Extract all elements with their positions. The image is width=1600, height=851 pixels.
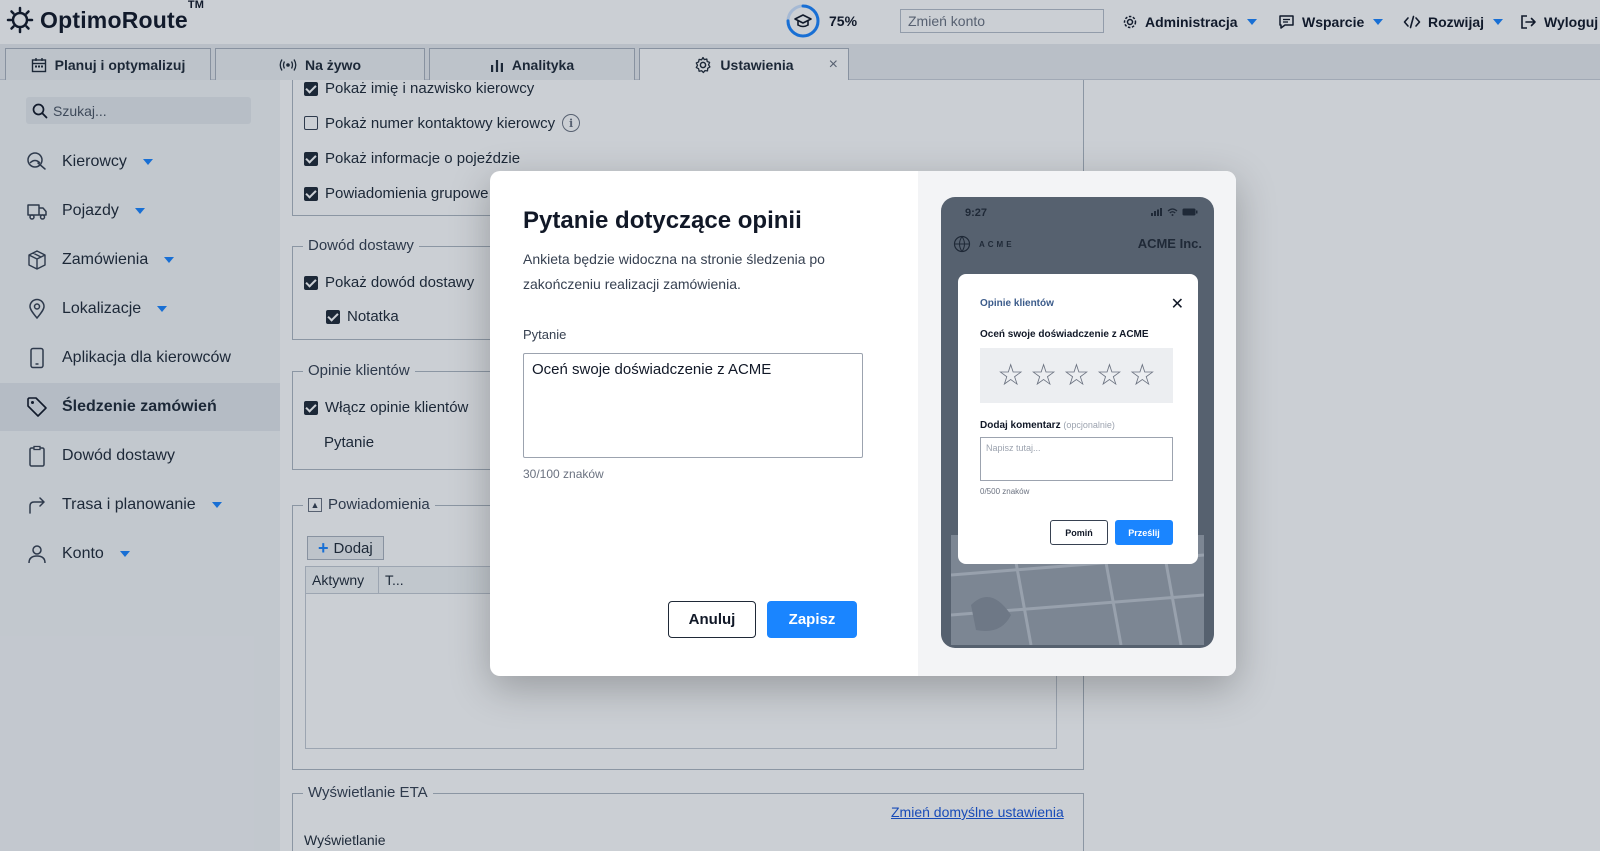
phone-time: 9:27 [965,207,988,219]
feedback-card-question: Oceń swoje doświadczenie z ACME [980,329,1149,340]
acme-logo: ACME [953,235,1015,253]
signal-icon [1151,208,1162,216]
save-button[interactable]: Zapisz [767,601,857,638]
character-count: 30/100 znaków [523,467,604,481]
battery-icon [1182,208,1198,216]
send-button-preview: Prześlij [1115,520,1173,545]
cancel-button[interactable]: Anuluj [668,601,756,638]
dialog-form: Pytanie dotyczące opinii Ankieta będzie … [490,171,918,676]
dialog-description: Ankieta będzie widoczna na stronie śledz… [523,251,825,292]
feedback-card-title: Opinie klientów [980,298,1054,309]
star-icon: ☆ [1095,358,1123,392]
preview-pane: 9:27 ACME ACME Inc. Opinie klientów ✕ Oc… [918,171,1236,676]
question-label: Pytanie [523,327,567,342]
star-icon: ☆ [1030,358,1058,392]
brand-name: ACME Inc. [1137,236,1202,251]
feedback-card-preview: Opinie klientów ✕ Oceń swoje doświadczen… [958,274,1198,564]
star-icon: ☆ [997,358,1025,392]
question-textarea[interactable] [523,353,863,458]
wifi-icon [1167,208,1178,216]
comment-count: 0/500 znaków [980,487,1030,496]
feedback-question-dialog: Pytanie dotyczące opinii Ankieta będzie … [490,171,1236,676]
star-icon: ☆ [1128,358,1156,392]
star-rating: ☆ ☆ ☆ ☆ ☆ [980,348,1173,403]
close-icon: ✕ [1170,296,1184,313]
star-icon: ☆ [1063,358,1090,392]
phone-status-icons [1151,208,1198,216]
comment-input-preview: Napisz tutaj... [980,437,1173,481]
skip-button-preview: Pomiń [1050,520,1108,545]
dialog-title: Pytanie dotyczące opinii [523,207,802,234]
phone-preview: 9:27 ACME ACME Inc. Opinie klientów ✕ Oc… [941,197,1214,648]
acme-globe-icon [953,235,971,253]
comment-label: Dodaj komentarz (opcjonalnie) [980,420,1115,431]
